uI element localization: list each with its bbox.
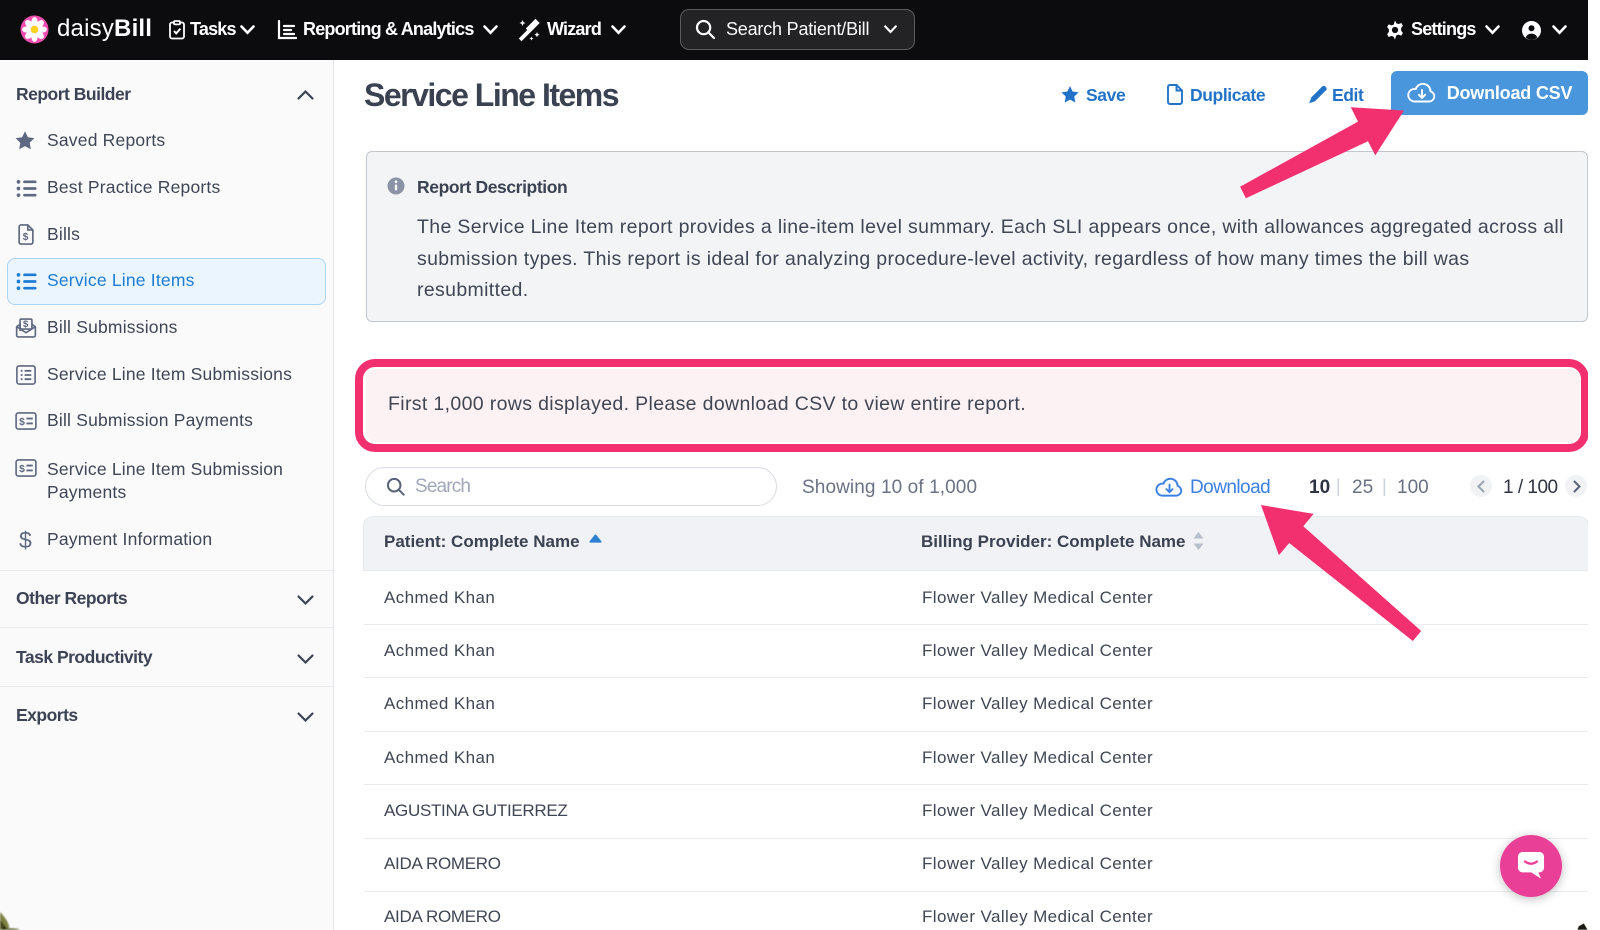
svg-text:$: $: [19, 417, 25, 428]
svg-text:$: $: [23, 319, 29, 330]
svg-text:$: $: [23, 232, 29, 243]
svg-text:$: $: [19, 464, 25, 475]
